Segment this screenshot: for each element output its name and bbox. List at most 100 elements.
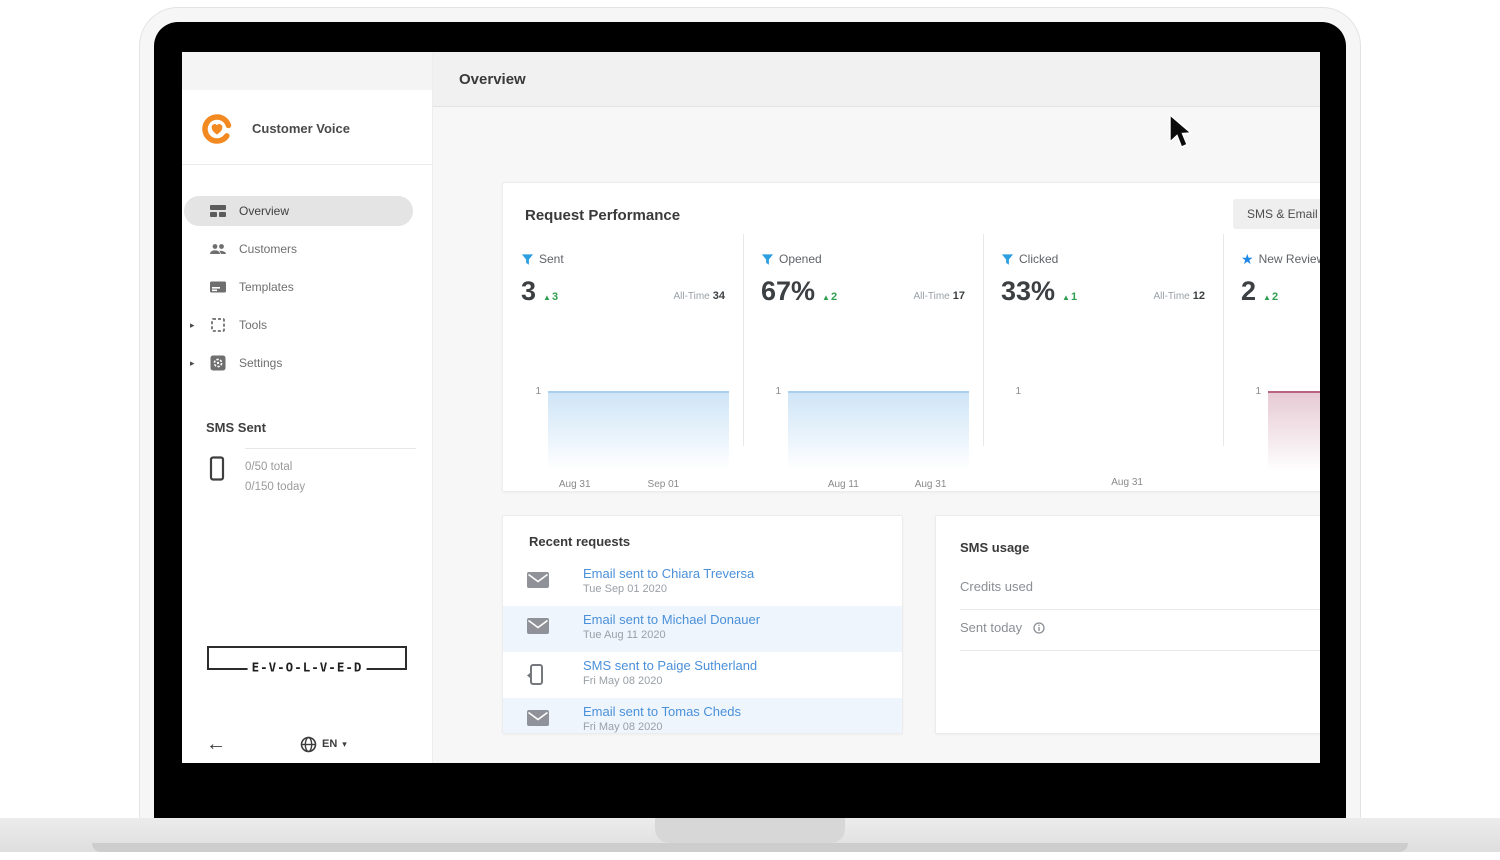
area-chart-blue [788, 391, 969, 471]
sms-sent-heading: SMS Sent [206, 420, 266, 435]
usage-row-credits: Credits used [960, 572, 1320, 610]
language-code: EN [322, 738, 337, 750]
request-date: Tue Aug 11 2020 [583, 628, 760, 643]
globe-icon [300, 736, 317, 753]
area-chart-pink [1268, 391, 1320, 471]
sms-phone-icon [527, 664, 545, 686]
x-tick-label: Aug 31 [915, 479, 947, 490]
usage-label: Credits used [960, 572, 1033, 602]
recent-requests-list: Email sent to Chiara Treversa Tue Sep 01… [503, 560, 902, 734]
phone-icon [209, 456, 225, 482]
sidebar-menu: Overview Customers Templ [182, 192, 432, 382]
evolved-logo: E-V-O-L-V-E-D [207, 646, 407, 670]
request-list-item[interactable]: Email sent to Michael Donauer Tue Aug 11… [503, 606, 902, 652]
sms-sent-divider [245, 448, 416, 449]
metric-label: New Reviews [1259, 252, 1320, 266]
funnel-icon [761, 253, 774, 266]
metric-alltime: All-Time17 [913, 290, 965, 305]
recent-requests-title: Recent requests [529, 534, 630, 549]
request-link[interactable]: Email sent to Chiara Treversa [583, 565, 754, 582]
metric-label: Sent [539, 252, 564, 266]
request-list-item[interactable]: SMS sent to Paige Sutherland Fri May 08 … [503, 652, 902, 698]
metric-alltime: All-Time12 [1153, 290, 1205, 305]
sidebar-item-overview[interactable]: Overview [182, 192, 432, 230]
page-header: Overview [433, 52, 1320, 107]
up-triangle-icon: ▲ [543, 293, 551, 302]
sidebar-item-customers[interactable]: Customers [182, 230, 432, 268]
up-triangle-icon: ▲ [822, 293, 830, 302]
request-list-item[interactable]: Email sent to Tomas Cheds Fri May 08 202… [503, 698, 902, 734]
sidebar-top-strip [182, 52, 432, 90]
sent-chart: 1 Aug 31 Sep 01 [521, 391, 729, 492]
request-date: Fri May 08 2020 [583, 674, 757, 689]
metric-label: Opened [779, 252, 822, 266]
expand-caret-icon[interactable]: ▸ [190, 344, 195, 382]
star-icon: ★ [1241, 252, 1254, 266]
y-tick-label: 1 [761, 386, 788, 492]
sidebar-item-label: Settings [239, 344, 282, 382]
dashboard-icon [209, 202, 227, 220]
metric-label: Clicked [1019, 252, 1058, 266]
request-date: Fri May 08 2020 [583, 720, 741, 734]
request-link[interactable]: Email sent to Michael Donauer [583, 611, 760, 628]
metric-value: 2 [1241, 278, 1256, 305]
sms-email-filter-button[interactable]: SMS & Email [1233, 199, 1320, 229]
expand-caret-icon[interactable]: ▸ [190, 306, 195, 344]
sidebar-item-label: Customers [239, 230, 297, 268]
usage-label: Sent today [960, 613, 1022, 643]
gear-icon [209, 354, 227, 372]
metric-delta: ▲2 [1263, 291, 1278, 305]
metric-value: 67% [761, 278, 815, 305]
app-brand: Customer Voice [182, 109, 432, 149]
up-triangle-icon: ▲ [1263, 293, 1271, 302]
sms-sent-stats: 0/50 total 0/150 today [182, 448, 432, 518]
chevron-down-icon: ▾ [342, 739, 347, 750]
sidebar-item-tools[interactable]: ▸ Tools [182, 306, 432, 344]
language-selector[interactable]: EN ▾ [300, 724, 347, 763]
metric-delta: ▲3 [543, 291, 558, 305]
y-tick-label: 1 [521, 386, 548, 492]
request-date: Tue Sep 01 2020 [583, 582, 754, 597]
sidebar-item-templates[interactable]: Templates [182, 268, 432, 306]
sidebar-item-label: Templates [239, 268, 294, 306]
funnel-icon [1001, 253, 1014, 266]
metric-delta: ▲2 [822, 291, 837, 305]
email-icon [527, 618, 549, 634]
new-reviews-chart: 1 [1241, 391, 1320, 471]
request-list-item[interactable]: Email sent to Chiara Treversa Tue Sep 01… [503, 560, 902, 606]
metric-clicked: Clicked 33% ▲1 All-Time12 1 Aug 31 [983, 246, 1223, 487]
back-arrow-icon[interactable]: ← [206, 724, 226, 763]
y-tick-label: 1 [1241, 386, 1268, 471]
request-link[interactable]: SMS sent to Paige Sutherland [583, 657, 757, 674]
sidebar-item-label: Tools [239, 306, 267, 344]
opened-chart: 1 Aug 11 Aug 31 [761, 391, 969, 492]
templates-icon [209, 278, 227, 296]
app-name: Customer Voice [252, 109, 350, 149]
metric-delta: ▲1 [1062, 291, 1077, 305]
sms-usage-card: SMS usage Credits used Sent today [935, 515, 1320, 734]
info-icon[interactable] [1033, 622, 1045, 634]
sms-sent-total: 0/50 total [245, 457, 416, 477]
sms-sent-today: 0/150 today [245, 477, 416, 497]
y-tick-label: 1 [1001, 386, 1028, 491]
x-tick-label: Aug 31 [559, 479, 591, 490]
sidebar-divider [182, 164, 432, 165]
request-performance-title: Request Performance [525, 207, 680, 224]
sidebar: Customer Voice Overview [182, 52, 433, 763]
x-tick-label: Sep 01 [648, 479, 680, 490]
page-title: Overview [459, 52, 526, 107]
metric-new-reviews: ★ New Reviews 2 ▲2 1 [1223, 246, 1320, 487]
metric-columns: Sent 3 ▲3 All-Time34 1 Aug 31 Sep 01 [503, 246, 1320, 487]
sms-usage-title: SMS usage [960, 540, 1029, 555]
x-tick-label: Aug 11 [828, 479, 859, 490]
tools-icon [209, 316, 227, 334]
recent-requests-card: Recent requests Email sent to Chiara Tre… [502, 515, 903, 734]
email-icon [527, 710, 549, 726]
area-chart-blue [548, 391, 729, 471]
people-icon [209, 240, 227, 258]
evolved-logo-text: E-V-O-L-V-E-D [248, 659, 367, 674]
clicked-chart: 1 Aug 31 [1001, 391, 1209, 491]
x-tick-label: Aug 31 [1111, 477, 1143, 488]
request-link[interactable]: Email sent to Tomas Cheds [583, 703, 741, 720]
sidebar-item-settings[interactable]: ▸ Settings [182, 344, 432, 382]
